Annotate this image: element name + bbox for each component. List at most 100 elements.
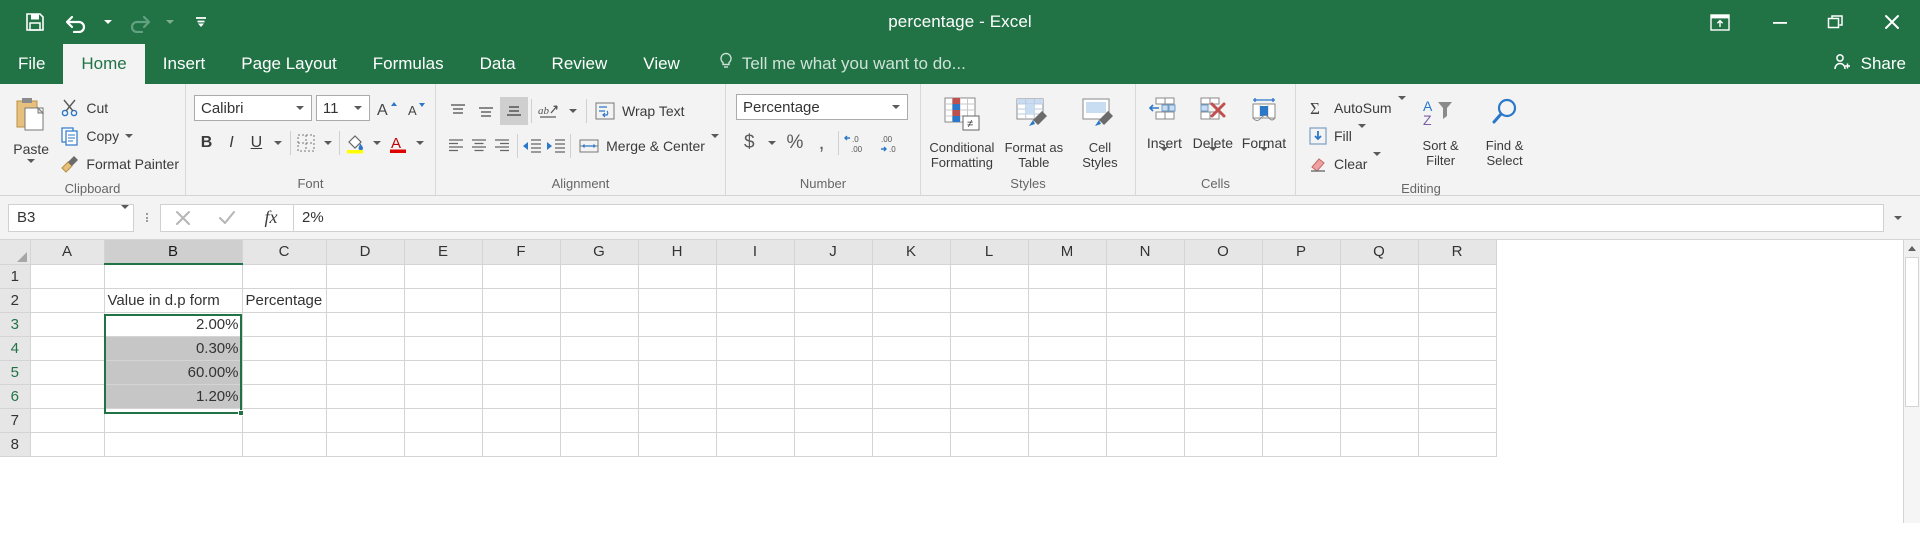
cell-E4[interactable] bbox=[404, 336, 483, 361]
font-color-dropdown-icon[interactable] bbox=[411, 126, 429, 160]
copy-dropdown-icon[interactable] bbox=[125, 134, 134, 138]
align-left-button[interactable] bbox=[444, 132, 467, 160]
cell-M5[interactable] bbox=[1028, 360, 1107, 385]
cell-J1[interactable] bbox=[794, 264, 873, 289]
cell-A3[interactable] bbox=[30, 312, 105, 337]
tab-page-layout[interactable]: Page Layout bbox=[223, 44, 354, 84]
cell-C5[interactable] bbox=[242, 360, 327, 385]
cell-E3[interactable] bbox=[404, 312, 483, 337]
minimize-icon[interactable] bbox=[1752, 0, 1808, 44]
conditional-formatting-button[interactable]: ≠ Conditional Formatting bbox=[927, 92, 997, 170]
cell-H5[interactable] bbox=[638, 360, 717, 385]
cell-O8[interactable] bbox=[1184, 432, 1263, 457]
orientation-dropdown-icon[interactable] bbox=[563, 94, 583, 128]
cell-G6[interactable] bbox=[560, 384, 639, 409]
cell-L7[interactable] bbox=[950, 408, 1029, 433]
column-header-Q[interactable]: Q bbox=[1340, 240, 1419, 265]
select-all-button[interactable] bbox=[0, 240, 31, 265]
cell-Q5[interactable] bbox=[1340, 360, 1419, 385]
cell-K8[interactable] bbox=[872, 432, 951, 457]
cell-F4[interactable] bbox=[482, 336, 561, 361]
cell-F2[interactable] bbox=[482, 288, 561, 313]
tab-formulas[interactable]: Formulas bbox=[355, 44, 462, 84]
cell-N3[interactable] bbox=[1106, 312, 1185, 337]
fill-color-button[interactable] bbox=[343, 129, 368, 157]
cell-O2[interactable] bbox=[1184, 288, 1263, 313]
cell-I5[interactable] bbox=[716, 360, 795, 385]
align-middle-button[interactable] bbox=[472, 97, 500, 125]
paste-button[interactable]: Paste bbox=[6, 92, 56, 163]
font-name-input[interactable]: Calibri bbox=[194, 95, 312, 121]
cell-M3[interactable] bbox=[1028, 312, 1107, 337]
paste-dropdown-icon[interactable] bbox=[27, 157, 36, 163]
cell-K3[interactable] bbox=[872, 312, 951, 337]
format-cells-button[interactable]: Format bbox=[1239, 92, 1289, 167]
align-center-button[interactable] bbox=[467, 132, 490, 160]
cell-C4[interactable] bbox=[242, 336, 327, 361]
cell-L2[interactable] bbox=[950, 288, 1029, 313]
cell-F3[interactable] bbox=[482, 312, 561, 337]
row-header-3[interactable]: 3 bbox=[0, 312, 31, 337]
cell-H6[interactable] bbox=[638, 384, 717, 409]
cell-F7[interactable] bbox=[482, 408, 561, 433]
cell-H2[interactable] bbox=[638, 288, 717, 313]
column-header-I[interactable]: I bbox=[716, 240, 795, 265]
cell-F1[interactable] bbox=[482, 264, 561, 289]
fill-button[interactable]: Fill bbox=[1308, 122, 1406, 150]
autosum-button[interactable]: Σ AutoSum bbox=[1308, 94, 1406, 122]
cell-A1[interactable] bbox=[30, 264, 105, 289]
fill-handle[interactable] bbox=[238, 410, 244, 416]
cell-O3[interactable] bbox=[1184, 312, 1263, 337]
cell-J4[interactable] bbox=[794, 336, 873, 361]
cell-L3[interactable] bbox=[950, 312, 1029, 337]
cell-J3[interactable] bbox=[794, 312, 873, 337]
cell-E7[interactable] bbox=[404, 408, 483, 433]
cell-G3[interactable] bbox=[560, 312, 639, 337]
bold-button[interactable]: B bbox=[194, 129, 219, 157]
cell-J5[interactable] bbox=[794, 360, 873, 385]
clear-button[interactable]: Clear bbox=[1308, 150, 1406, 178]
increase-decimal-button[interactable]: .0.00 bbox=[842, 129, 878, 157]
cell-J6[interactable] bbox=[794, 384, 873, 409]
cell-Q3[interactable] bbox=[1340, 312, 1419, 337]
cell-G1[interactable] bbox=[560, 264, 639, 289]
cell-R3[interactable] bbox=[1418, 312, 1497, 337]
column-header-A[interactable]: A bbox=[30, 240, 105, 265]
cell-R7[interactable] bbox=[1418, 408, 1497, 433]
column-header-M[interactable]: M bbox=[1028, 240, 1107, 265]
cell-N5[interactable] bbox=[1106, 360, 1185, 385]
column-header-L[interactable]: L bbox=[950, 240, 1029, 265]
cell-M1[interactable] bbox=[1028, 264, 1107, 289]
insert-dropdown-icon[interactable] bbox=[1160, 147, 1169, 167]
cell-B5[interactable]: 60.00% bbox=[104, 360, 243, 385]
cell-I1[interactable] bbox=[716, 264, 795, 289]
cell-E1[interactable] bbox=[404, 264, 483, 289]
cell-N7[interactable] bbox=[1106, 408, 1185, 433]
cell-N1[interactable] bbox=[1106, 264, 1185, 289]
cell-B7[interactable] bbox=[104, 408, 243, 433]
cell-P2[interactable] bbox=[1262, 288, 1341, 313]
share-button[interactable]: Share bbox=[1833, 44, 1906, 84]
enter-icon[interactable] bbox=[205, 205, 249, 231]
row-header-2[interactable]: 2 bbox=[0, 288, 31, 313]
row-header-6[interactable]: 6 bbox=[0, 384, 31, 409]
cell-D4[interactable] bbox=[326, 336, 405, 361]
tab-view[interactable]: View bbox=[625, 44, 698, 84]
align-bottom-button[interactable] bbox=[500, 97, 528, 125]
cell-B6[interactable]: 1.20% bbox=[104, 384, 243, 409]
orientation-button[interactable]: ab bbox=[535, 97, 563, 125]
cell-R4[interactable] bbox=[1418, 336, 1497, 361]
cell-J8[interactable] bbox=[794, 432, 873, 457]
align-top-button[interactable] bbox=[444, 97, 472, 125]
cell-K7[interactable] bbox=[872, 408, 951, 433]
insert-cells-button[interactable]: Insert bbox=[1142, 92, 1187, 167]
tell-me-search[interactable]: Tell me what you want to do... bbox=[698, 44, 966, 84]
insert-function-icon[interactable]: fx bbox=[249, 205, 293, 231]
font-size-dropdown-icon[interactable] bbox=[351, 106, 365, 110]
column-header-B[interactable]: B bbox=[104, 240, 243, 265]
copy-button[interactable]: Copy bbox=[60, 122, 179, 150]
cell-H4[interactable] bbox=[638, 336, 717, 361]
cell-G7[interactable] bbox=[560, 408, 639, 433]
save-icon[interactable] bbox=[14, 5, 56, 39]
cell-K1[interactable] bbox=[872, 264, 951, 289]
